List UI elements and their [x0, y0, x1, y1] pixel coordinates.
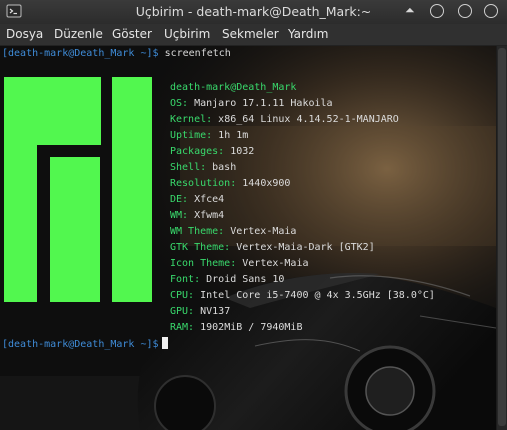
info-os: OS: Manjaro 17.1.11 Hakoila	[170, 98, 333, 109]
prompt-text-2: [death-mark@Death_Mark ~]$	[2, 339, 159, 350]
info-shell: Shell: bash	[170, 162, 237, 173]
cursor	[161, 337, 168, 349]
menu-yardim[interactable]: Yardım	[288, 27, 328, 41]
command-text: screenfetch	[158, 48, 231, 59]
info-font: Font: Droid Sans 10	[170, 274, 285, 285]
info-gtk-theme: GTK Theme: Vertex-Maia-Dark [GTK2]	[170, 242, 375, 253]
title-bar[interactable]: Uçbirim - death-mark@Death_Mark:~ ⏶	[0, 0, 507, 25]
info-cpu: CPU: Intel Core i5-7400 @ 4x 3.5GHz [38.…	[170, 290, 435, 301]
terminal-area[interactable]: [death-mark@Death_Mark ~]$ screenfetch d…	[0, 46, 496, 430]
menu-duzenle[interactable]: Düzenle	[54, 27, 103, 41]
menu-goster[interactable]: Göster	[112, 27, 152, 41]
maximize-icon[interactable]	[458, 4, 472, 18]
info-packages: Packages: 1032	[170, 146, 255, 157]
info-kernel: Kernel: x86_64 Linux 4.14.52-1-MANJARO	[170, 114, 399, 125]
info-uptime: Uptime: 1h 1m	[170, 130, 249, 141]
scrollbar[interactable]	[496, 46, 507, 430]
window-menu-arrow-icon[interactable]: ⏶	[405, 3, 415, 18]
menu-ucbirim[interactable]: Uçbirim	[164, 27, 210, 41]
menu-bar: Dosya Düzenle Göster Uçbirim Sekmeler Ya…	[0, 24, 507, 46]
info-wm: WM: Xfwm4	[170, 210, 225, 221]
info-resolution: Resolution: 1440x900	[170, 178, 291, 189]
info-icon-theme: Icon Theme: Vertex-Maia	[170, 258, 309, 269]
scrollbar-thumb[interactable]	[498, 48, 506, 426]
terminal-window: Uçbirim - death-mark@Death_Mark:~ ⏶ Dosy…	[0, 0, 507, 430]
info-gpu: GPU: NV137	[170, 306, 231, 317]
close-icon[interactable]	[484, 4, 498, 18]
prompt-line-1: [death-mark@Death_Mark ~]$ screenfetch	[2, 48, 231, 59]
info-header: death-mark@Death_Mark	[170, 82, 297, 93]
info-de: DE: Xfce4	[170, 194, 225, 205]
menu-sekmeler[interactable]: Sekmeler	[222, 27, 279, 41]
manjaro-logo-icon	[4, 77, 152, 302]
info-ram: RAM: 1902MiB / 7940MiB	[170, 322, 303, 333]
info-wm-theme: WM Theme: Vertex-Maia	[170, 226, 297, 237]
prompt-line-2[interactable]: [death-mark@Death_Mark ~]$	[2, 337, 168, 350]
menu-dosya[interactable]: Dosya	[6, 27, 43, 41]
minimize-icon[interactable]	[430, 4, 444, 18]
prompt-text: [death-mark@Death_Mark ~]$	[2, 48, 159, 59]
